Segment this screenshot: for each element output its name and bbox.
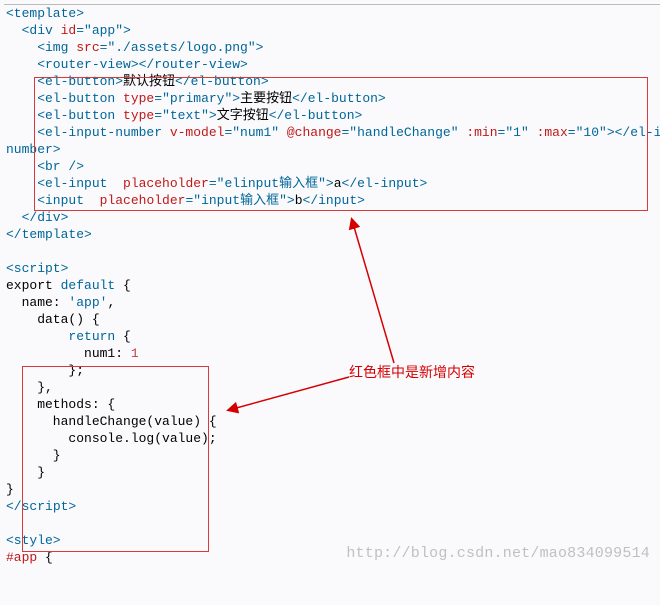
- code-line: <script>: [4, 260, 660, 277]
- code-line: <el-input-number v-model="num1" @change=…: [4, 124, 660, 141]
- code-line: <br />: [4, 158, 660, 175]
- code-line: },: [4, 379, 660, 396]
- code-line: data() {: [4, 311, 660, 328]
- code-line: </template>: [4, 226, 660, 243]
- code-line: <template>: [4, 5, 660, 22]
- code-line: <el-button type="primary">主要按钮</el-butto…: [4, 90, 660, 107]
- code-line: number>: [4, 141, 660, 158]
- code-line: <el-input placeholder="elinput输入框">a</el…: [4, 175, 660, 192]
- code-editor: <template> <div id="app"> <img src="./as…: [4, 4, 660, 566]
- code-line: [4, 515, 660, 532]
- code-line: name: 'app',: [4, 294, 660, 311]
- code-line: methods: {: [4, 396, 660, 413]
- code-line: <el-button type="text">文字按钮</el-button>: [4, 107, 660, 124]
- code-line: <el-button>默认按钮</el-button>: [4, 73, 660, 90]
- code-line: </script>: [4, 498, 660, 515]
- watermark: http://blog.csdn.net/mao834099514: [346, 545, 650, 562]
- code-line: }: [4, 481, 660, 498]
- code-line: handleChange(value) {: [4, 413, 660, 430]
- code-line: <div id="app">: [4, 22, 660, 39]
- code-line: }: [4, 447, 660, 464]
- annotation-label: 红色框中是新增内容: [349, 365, 475, 382]
- code-line: [4, 243, 660, 260]
- code-line: <input placeholder="input输入框">b</input>: [4, 192, 660, 209]
- code-line: num1: 1: [4, 345, 660, 362]
- code-line: <router-view></router-view>: [4, 56, 660, 73]
- code-token: <template>: [6, 6, 84, 21]
- code-line: return {: [4, 328, 660, 345]
- code-line: </div>: [4, 209, 660, 226]
- code-line: export default {: [4, 277, 660, 294]
- code-line: };: [4, 362, 660, 379]
- code-line: console.log(value);: [4, 430, 660, 447]
- code-line: }: [4, 464, 660, 481]
- code-line: <img src="./assets/logo.png">: [4, 39, 660, 56]
